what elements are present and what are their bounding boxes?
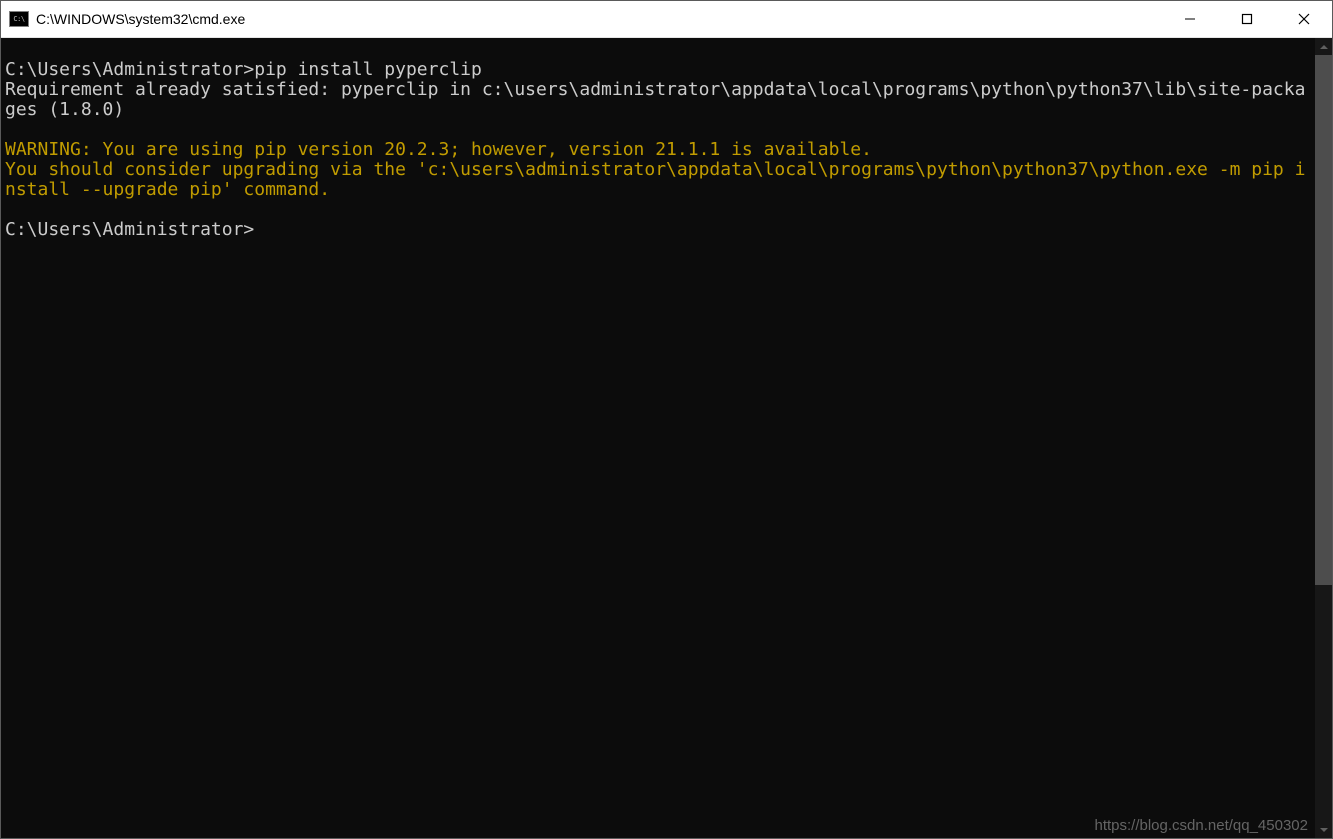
- vertical-scrollbar[interactable]: [1315, 38, 1332, 838]
- chevron-up-icon: [1320, 45, 1328, 49]
- close-button[interactable]: [1275, 1, 1332, 37]
- minimize-button[interactable]: [1161, 1, 1218, 37]
- prompt-line: C:\Users\Administrator>pip install pyper…: [5, 59, 482, 80]
- maximize-button[interactable]: [1218, 1, 1275, 37]
- window-title: C:\WINDOWS\system32\cmd.exe: [36, 11, 1161, 27]
- watermark-text: https://blog.csdn.net/qq_450302: [1094, 817, 1308, 834]
- scroll-up-arrow[interactable]: [1315, 38, 1332, 55]
- warning-line-1: WARNING: You are using pip version 20.2.…: [5, 139, 872, 160]
- warning-line-2: You should consider upgrading via the 'c…: [5, 159, 1305, 200]
- maximize-icon: [1241, 13, 1253, 25]
- titlebar[interactable]: C:\WINDOWS\system32\cmd.exe: [1, 1, 1332, 38]
- scroll-thumb[interactable]: [1315, 55, 1332, 585]
- chevron-down-icon: [1320, 828, 1328, 832]
- terminal-output[interactable]: C:\Users\Administrator>pip install pyper…: [1, 38, 1315, 838]
- cmd-window: C:\WINDOWS\system32\cmd.exe C:\Users\Adm…: [0, 0, 1333, 839]
- prompt-1: C:\Users\Administrator>: [5, 59, 254, 80]
- close-icon: [1298, 13, 1310, 25]
- prompt-2: C:\Users\Administrator>: [5, 219, 254, 240]
- command-1: pip install pyperclip: [254, 59, 482, 80]
- cmd-icon: [9, 11, 29, 27]
- scroll-down-arrow[interactable]: [1315, 821, 1332, 838]
- minimize-icon: [1184, 13, 1196, 25]
- window-controls: [1161, 1, 1332, 37]
- terminal-container: C:\Users\Administrator>pip install pyper…: [1, 38, 1332, 838]
- output-satisfied: Requirement already satisfied: pyperclip…: [5, 79, 1305, 120]
